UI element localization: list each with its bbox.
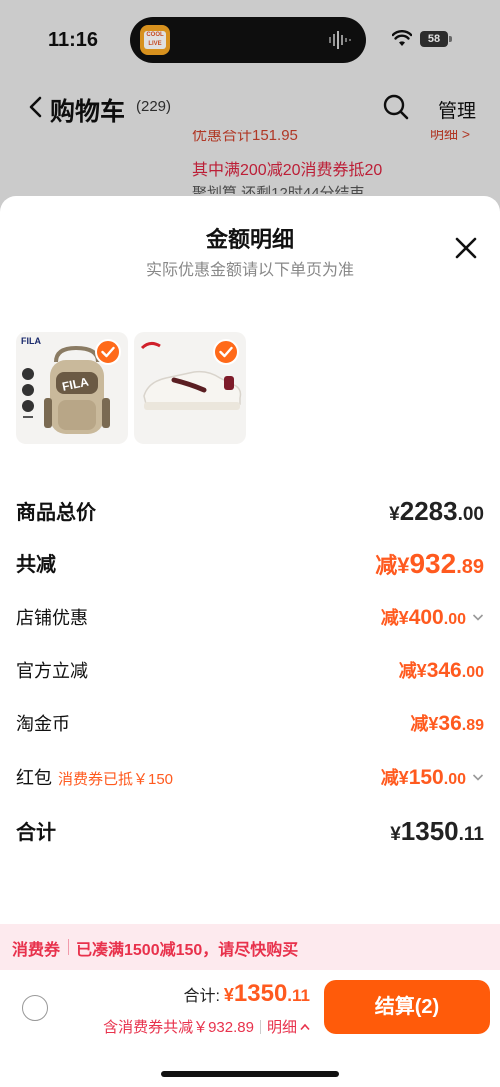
chevron-down-icon[interactable]	[472, 772, 484, 782]
red-packet-prefix: 减¥	[380, 768, 409, 788]
home-indicator	[161, 1071, 339, 1077]
coins-prefix: 减¥	[410, 714, 439, 734]
store-discount-value: 减¥ 400.00	[381, 604, 484, 630]
total-int: 1350	[400, 816, 459, 846]
total-dec: .11	[458, 824, 484, 845]
goods-total-prefix: ¥	[389, 504, 400, 525]
total-discount-prefix: 减¥	[375, 553, 410, 578]
official-discount-value: 减¥ 346.00	[399, 657, 484, 683]
row-red-packet[interactable]: 红包 消费券已抵￥150 减¥ 150.00	[16, 764, 484, 798]
total-label: 合计	[16, 822, 56, 844]
sheet-subtitle: 实际优惠金额请以下单页为准	[145, 262, 354, 279]
row-total-discount: 共减 减¥ 932.89	[16, 548, 484, 582]
total-discount-dec: .89	[456, 556, 484, 578]
official-discount-int: 346	[426, 659, 462, 682]
total-discount-label: 共减	[16, 554, 56, 576]
official-discount-label: 官方立减	[16, 661, 88, 681]
checkout-total: 合计: ¥1350.11	[183, 980, 310, 1008]
goods-total-label: 商品总价	[16, 502, 96, 524]
checkout-total-label: 合计:	[183, 988, 220, 1005]
official-discount-prefix: 减¥	[398, 661, 427, 681]
store-discount-label: 店铺优惠	[16, 608, 88, 628]
red-packet-int: 150	[408, 766, 444, 789]
total-discount-value: 减¥ 932.89	[375, 548, 484, 580]
banner-divider	[68, 939, 69, 955]
goods-total-int: 2283	[399, 496, 458, 526]
checkout-discount-line: 含消费券共减￥932.89 明细	[103, 1016, 310, 1037]
store-discount-dec: .00	[443, 611, 466, 628]
checkmark-icon	[213, 339, 239, 365]
checkout-discount-text: 含消费券共减￥932.89	[103, 1019, 254, 1036]
row-total: 合计 ¥1350.11	[16, 816, 484, 850]
close-icon[interactable]	[452, 234, 480, 262]
select-all-checkbox[interactable]	[22, 995, 48, 1021]
brand-logo-fila: FILA	[21, 336, 41, 346]
row-official-discount: 官方立减 减¥ 346.00	[16, 657, 484, 691]
total-value: ¥1350.11	[390, 816, 484, 847]
red-packet-dec: .00	[443, 771, 466, 788]
store-discount-int: 400	[408, 606, 444, 629]
checkout-total-int: 1350	[233, 980, 288, 1007]
red-packet-label: 红包	[16, 768, 52, 788]
checkout-total-dec: .11	[287, 986, 310, 1005]
checkmark-icon	[95, 339, 121, 365]
official-discount-dec: .00	[461, 664, 484, 681]
goods-total-dec: .00	[457, 504, 484, 525]
row-goods-total: 商品总价 ¥2283.00	[16, 496, 484, 530]
detail-toggle[interactable]: 明细	[267, 1016, 297, 1037]
checkout-button[interactable]: 结算(2)	[324, 980, 490, 1034]
red-packet-coupon-tag: 消费券已抵￥150	[58, 771, 174, 788]
product-thumb-backpack[interactable]: FILA FILA	[16, 332, 128, 444]
coins-label: 淘金币	[16, 714, 70, 734]
chevron-down-icon[interactable]	[472, 612, 484, 622]
red-packet-label-wrap: 红包 消费券已抵￥150	[16, 764, 173, 790]
store-discount-prefix: 减¥	[380, 608, 409, 628]
coins-value: 减¥ 36.89	[410, 710, 484, 736]
row-coins: 淘金币 减¥ 36.89	[16, 710, 484, 744]
chevron-up-icon[interactable]	[300, 1023, 310, 1031]
total-prefix: ¥	[390, 824, 401, 845]
coins-dec: .89	[461, 717, 484, 734]
sheet-title: 金额明细	[205, 227, 294, 252]
checkout-total-prefix: ¥	[223, 985, 234, 1005]
product-thumb-sneaker[interactable]	[134, 332, 246, 444]
checkout-bar: 合计: ¥1350.11 含消费券共减￥932.89 明细 结算(2)	[0, 970, 500, 1087]
coupon-tag: 消费券	[12, 942, 61, 959]
red-packet-value: 减¥ 150.00	[381, 764, 484, 790]
coupon-message: 已凑满1500减150，请尽快购买	[76, 942, 299, 959]
goods-total-value: ¥2283.00	[389, 496, 484, 527]
discount-divider	[259, 1019, 261, 1034]
total-discount-int: 932	[409, 548, 457, 579]
row-store-discount[interactable]: 店铺优惠 减¥ 400.00	[16, 604, 484, 638]
coins-int: 36	[438, 712, 462, 735]
coupon-banner: 消费券 已凑满1500减150，请尽快购买	[0, 924, 500, 970]
